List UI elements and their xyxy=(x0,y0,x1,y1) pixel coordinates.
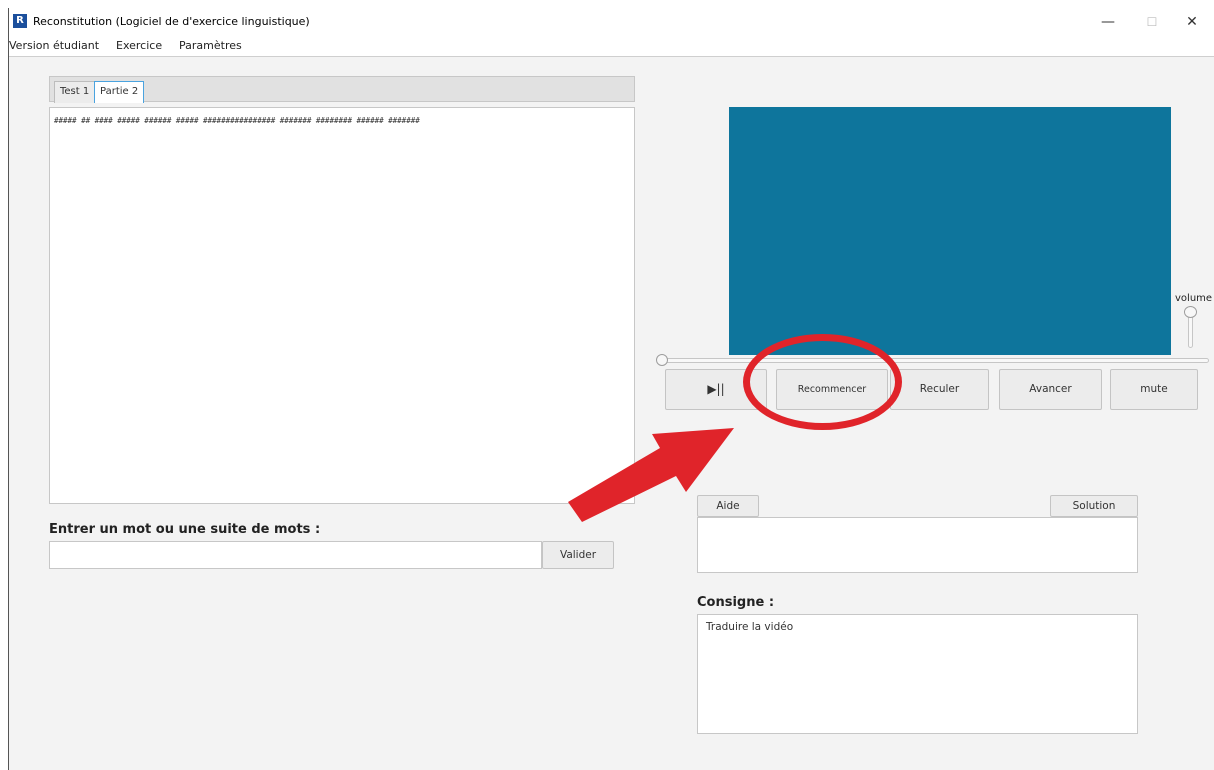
title-bar: R Reconstitution (Logiciel de d'exercice… xyxy=(9,8,1214,36)
mute-button[interactable]: mute xyxy=(1110,369,1198,410)
highlight-ellipse xyxy=(743,334,902,430)
help-text-area[interactable] xyxy=(697,517,1138,573)
maximize-button[interactable]: ☐ xyxy=(1135,8,1169,36)
tab-test-1[interactable]: Test 1 xyxy=(54,81,96,103)
minimize-button[interactable]: — xyxy=(1091,8,1125,36)
menu-exercice[interactable]: Exercice xyxy=(116,39,162,52)
close-button[interactable]: ✕ xyxy=(1175,8,1209,36)
back-button[interactable]: Reculer xyxy=(890,369,989,410)
window-title: Reconstitution (Logiciel de d'exercice l… xyxy=(33,15,310,28)
menu-parametres[interactable]: Paramètres xyxy=(179,39,242,52)
solution-button[interactable]: Solution xyxy=(1050,495,1138,517)
volume-label: volume xyxy=(1175,293,1213,304)
menu-bar: Version étudiant Exercice Paramètres xyxy=(9,36,1214,57)
volume-thumb[interactable] xyxy=(1184,306,1197,318)
video-progress-thumb[interactable] xyxy=(656,354,668,366)
validate-button[interactable]: Valider xyxy=(542,541,614,569)
video-player[interactable] xyxy=(729,107,1171,355)
tab-partie-2[interactable]: Partie 2 xyxy=(94,81,145,103)
consigne-label: Consigne : xyxy=(697,595,775,610)
word-entry-label: Entrer un mot ou une suite de mots : xyxy=(49,522,321,537)
app-window: R Reconstitution (Logiciel de d'exercice… xyxy=(8,8,1214,770)
menu-version-etudiant[interactable]: Version étudiant xyxy=(9,39,99,52)
app-logo-icon: R xyxy=(13,14,27,28)
forward-button[interactable]: Avancer xyxy=(999,369,1102,410)
annotation-arrow-icon xyxy=(568,428,734,522)
tab-strip: Test 1 Partie 2 xyxy=(49,76,635,103)
consigne-text-area: Traduire la vidéo xyxy=(697,614,1138,734)
video-progress-slider[interactable] xyxy=(659,358,1209,363)
exercise-text-area[interactable]: ##### ## #### ##### ###### ##### #######… xyxy=(49,107,635,504)
word-input[interactable] xyxy=(49,541,542,569)
